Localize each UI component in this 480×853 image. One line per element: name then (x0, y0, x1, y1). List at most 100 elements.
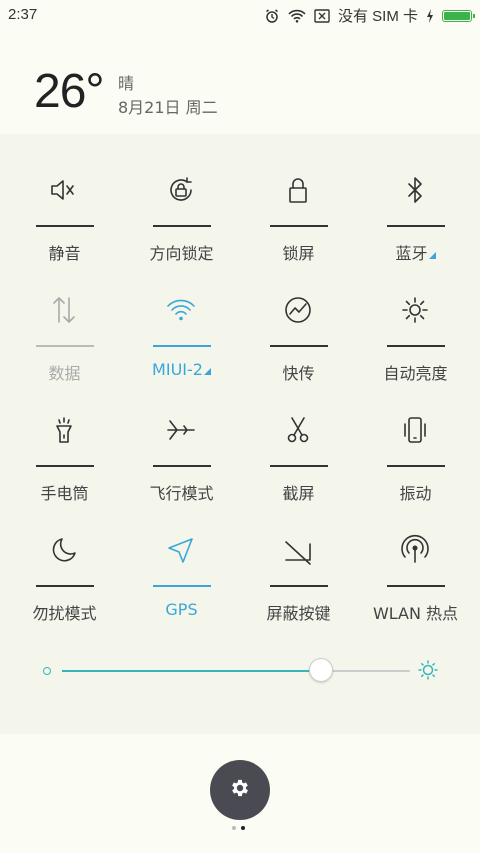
carrier-text: 没有 SIM 卡 (337, 8, 418, 25)
tile-label: WLAN 热点 (357, 600, 474, 624)
tile-divider (36, 465, 94, 467)
tile-label-text: 数据 (48, 364, 81, 383)
tile-label-text: 自动亮度 (383, 364, 448, 383)
tile-label: 屏蔽按键 (240, 600, 357, 624)
gear-icon (229, 777, 251, 803)
tile-divider (387, 465, 445, 467)
tile-label: 截屏 (240, 480, 357, 504)
fast-transfer-icon (268, 290, 328, 330)
tile-label-text: 屏蔽按键 (266, 604, 331, 623)
tile-divider (270, 225, 328, 227)
weather-widget[interactable]: 26° 晴 8月21日 周二 (34, 62, 334, 122)
tile-label: GPS (123, 600, 240, 619)
brightness-slider[interactable] (40, 655, 440, 687)
tile-gps[interactable]: GPS (123, 530, 240, 650)
alarm-icon (264, 8, 280, 24)
wifi-icon (288, 9, 306, 23)
tile-lock[interactable]: 锁屏 (240, 170, 357, 290)
settings-button[interactable] (210, 760, 270, 820)
tile-divider (153, 225, 211, 227)
tile-label: 方向锁定 (123, 240, 240, 264)
tile-label-text: 快传 (282, 364, 315, 383)
tile-label: 勿扰模式 (6, 600, 123, 624)
tile-label-text: 振动 (399, 484, 432, 503)
tile-divider (153, 345, 211, 347)
tile-airplane[interactable]: 飞行模式 (123, 410, 240, 530)
hotspot-icon (385, 530, 445, 570)
tile-label: MIUI-2 (123, 360, 240, 379)
tile-divider (387, 585, 445, 587)
tile-do-not-disturb[interactable]: 勿扰模式 (6, 530, 123, 650)
tile-divider (36, 225, 94, 227)
tile-label: 蓝牙 (357, 240, 474, 264)
status-bar: 2:37 没有 SIM 卡 (0, 0, 480, 30)
no-sim-icon (314, 8, 330, 23)
tile-label-text: 锁屏 (282, 244, 315, 263)
tile-label-text: WLAN 热点 (372, 604, 459, 623)
tile-flashlight[interactable]: 手电筒 (6, 410, 123, 530)
brightness-thumb[interactable] (308, 658, 333, 682)
tile-auto-brightness[interactable]: 自动亮度 (357, 290, 474, 410)
tile-label: 振动 (357, 480, 474, 504)
tile-divider (387, 225, 445, 227)
tile-bluetooth[interactable]: 蓝牙 (357, 170, 474, 290)
tile-mobile-data[interactable]: 数据 (6, 290, 123, 410)
brightness-track[interactable] (62, 670, 410, 672)
tile-label: 飞行模式 (123, 480, 240, 504)
tile-label: 手电筒 (6, 480, 123, 504)
tile-label-text: 飞行模式 (149, 484, 214, 503)
expand-caret-icon[interactable] (428, 252, 436, 259)
tile-hotspot[interactable]: WLAN 热点 (357, 530, 474, 650)
tile-fast-transfer[interactable]: 快传 (240, 290, 357, 410)
brightness-fill (62, 670, 320, 672)
tile-rotation-lock[interactable]: 方向锁定 (123, 170, 240, 290)
tile-divider (36, 345, 94, 347)
tile-label-text: 蓝牙 (395, 244, 428, 263)
mobile-data-icon (34, 290, 94, 330)
tile-divider (270, 345, 328, 347)
tile-label: 快传 (240, 360, 357, 384)
wifi-icon (151, 290, 211, 330)
tile-label-text: 静音 (48, 244, 81, 263)
tile-label: 自动亮度 (357, 360, 474, 384)
status-time: 2:37 (8, 6, 38, 23)
tile-divider (387, 345, 445, 347)
mute-icon (34, 170, 94, 210)
tile-divider (153, 585, 211, 587)
tile-screenshot[interactable]: 截屏 (240, 410, 357, 530)
tile-divider (153, 465, 211, 467)
status-icons: 没有 SIM 卡 (264, 5, 475, 26)
tile-label-text: 手电筒 (40, 484, 89, 503)
tile-divider (270, 585, 328, 587)
page-dot-2 (241, 826, 245, 830)
tile-label: 锁屏 (240, 240, 357, 264)
do-not-disturb-icon (34, 530, 94, 570)
tile-divider (270, 465, 328, 467)
airplane-icon (151, 410, 211, 450)
tile-label: 静音 (6, 240, 123, 264)
page-dot-1 (232, 826, 236, 830)
battery-icon (442, 9, 475, 22)
tile-label-text: 勿扰模式 (32, 604, 97, 623)
bluetooth-icon (385, 170, 445, 210)
block-keys-icon (268, 530, 328, 570)
lock-icon (268, 170, 328, 210)
tile-wifi[interactable]: MIUI-2 (123, 290, 240, 410)
tile-label-text: MIUI-2 (152, 360, 203, 379)
flashlight-icon (34, 410, 94, 450)
vibrate-icon (385, 410, 445, 450)
auto-brightness-icon (385, 290, 445, 330)
gps-icon (151, 530, 211, 570)
tile-label: 数据 (6, 360, 123, 384)
tile-label-text: 方向锁定 (149, 244, 214, 263)
tile-label-text: 截屏 (282, 484, 315, 503)
brightness-low-icon (43, 667, 51, 675)
expand-caret-icon[interactable] (203, 368, 211, 375)
brightness-high-icon (417, 659, 439, 685)
tile-block-keys[interactable]: 屏蔽按键 (240, 530, 357, 650)
rotation-lock-icon (151, 170, 211, 210)
tile-vibrate[interactable]: 振动 (357, 410, 474, 530)
tile-mute[interactable]: 静音 (6, 170, 123, 290)
tile-label-text: GPS (165, 600, 198, 619)
weather-condition: 晴 (118, 74, 135, 93)
